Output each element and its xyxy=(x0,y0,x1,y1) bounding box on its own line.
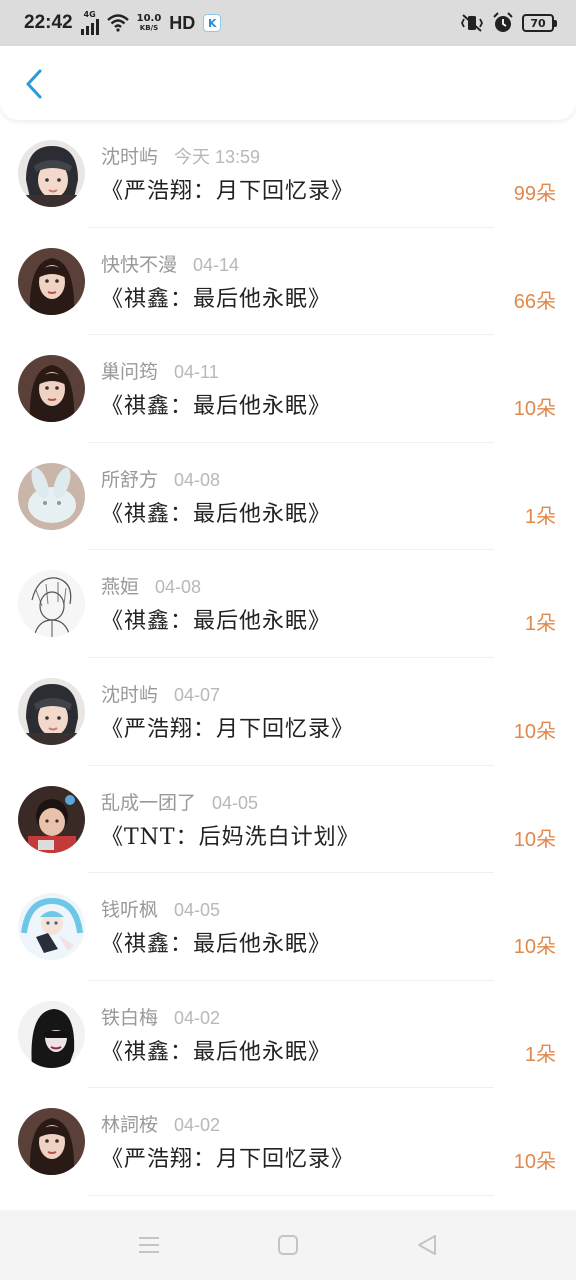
menu-icon xyxy=(139,1237,160,1253)
timestamp: 04-14 xyxy=(193,254,240,275)
timestamp: 04-08 xyxy=(155,577,202,598)
book-title[interactable]: 《严浩翔：月下回忆录》 xyxy=(101,173,354,205)
battery-level: 70 xyxy=(530,16,546,30)
network-indicator: 4G xyxy=(80,10,99,35)
user-name[interactable]: 钱听枫 xyxy=(101,895,158,922)
flower-count: 10朵 xyxy=(513,1151,556,1174)
back-triangle-icon xyxy=(417,1235,436,1255)
book-title[interactable]: 《祺鑫：最后他永眠》 xyxy=(101,1034,331,1066)
status-bar: 22:42 4G 10.0 KB/S HD K 70 xyxy=(0,0,576,46)
list-item[interactable]: 所舒方 04-08 《祺鑫：最后他永眠》 1朵 xyxy=(0,443,576,551)
book-title[interactable]: 《TNT：后妈洗白计划》 xyxy=(101,819,360,851)
list-item[interactable]: 沈时屿 今天 13:59 《严浩翔：月下回忆录》 99朵 xyxy=(0,120,576,228)
book-title[interactable]: 《祺鑫：最后他永眠》 xyxy=(101,388,331,420)
back-button[interactable] xyxy=(16,66,52,102)
user-name[interactable]: 铁白梅 xyxy=(101,1003,158,1030)
list-item[interactable]: 沈时屿 04-07 《严浩翔：月下回忆录》 10朵 xyxy=(0,658,576,766)
list-item[interactable]: 乱成一团了 04-05 《TNT：后妈洗白计划》 10朵 xyxy=(0,766,576,874)
chevron-left-icon xyxy=(26,69,42,99)
status-left: 22:42 4G 10.0 KB/S HD K xyxy=(24,10,222,35)
user-name[interactable]: 乱成一团了 xyxy=(101,788,196,815)
nav-home-button[interactable] xyxy=(268,1225,308,1265)
list-item[interactable]: 铁白梅 04-02 《祺鑫：最后他永眠》 1朵 xyxy=(0,981,576,1089)
list-item[interactable]: 巢问筠 04-11 《祺鑫：最后他永眠》 10朵 xyxy=(0,335,576,443)
system-nav-bar xyxy=(0,1210,576,1280)
alarm-icon xyxy=(493,12,513,32)
timestamp: 04-02 xyxy=(174,1007,221,1028)
item-meta: 快快不漫 04-14 xyxy=(101,250,239,277)
flower-count: 66朵 xyxy=(513,290,556,313)
item-meta: 铁白梅 04-02 xyxy=(101,1003,220,1030)
home-square-icon xyxy=(277,1235,298,1255)
user-name[interactable]: 燕姮 xyxy=(101,572,139,599)
flower-count: 10朵 xyxy=(513,720,556,743)
timestamp: 04-08 xyxy=(174,469,221,490)
vibrate-mute-icon xyxy=(460,14,484,32)
book-title[interactable]: 《严浩翔：月下回忆录》 xyxy=(101,711,354,743)
flower-count: 1朵 xyxy=(524,1043,556,1066)
avatar[interactable] xyxy=(18,570,85,638)
flower-count: 10朵 xyxy=(513,398,556,421)
user-name[interactable]: 所舒方 xyxy=(101,465,158,492)
item-meta: 钱听枫 04-05 xyxy=(101,895,220,922)
book-title[interactable]: 《祺鑫：最后他永眠》 xyxy=(101,926,331,958)
nav-back-button[interactable] xyxy=(407,1225,447,1265)
timestamp: 04-05 xyxy=(174,900,221,921)
avatar[interactable] xyxy=(18,247,85,315)
signal-icon xyxy=(80,19,99,35)
item-meta: 沈时屿 04-07 xyxy=(101,680,220,707)
network-type: 4G xyxy=(83,10,96,19)
header-bar xyxy=(0,46,576,120)
wifi-icon xyxy=(106,14,129,32)
item-meta: 燕姮 04-08 xyxy=(101,572,201,599)
flower-count: 99朵 xyxy=(513,183,556,205)
status-right: 70 xyxy=(460,12,557,34)
battery-icon: 70 xyxy=(522,14,557,32)
avatar[interactable] xyxy=(18,355,85,423)
flower-count: 10朵 xyxy=(513,936,556,959)
list-item[interactable]: 林詞桉 04-02 《严浩翔：月下回忆录》 10朵 xyxy=(0,1088,576,1196)
net-speed-unit: KB/S xyxy=(139,24,159,32)
app-notification-icon: K xyxy=(203,14,222,32)
nav-menu-button[interactable] xyxy=(129,1225,169,1265)
list-item[interactable]: 快快不漫 04-14 《祺鑫：最后他永眠》 66朵 xyxy=(0,228,576,336)
timestamp: 04-07 xyxy=(174,684,221,705)
item-meta: 沈时屿 今天 13:59 xyxy=(101,142,260,169)
avatar[interactable] xyxy=(18,893,85,961)
item-meta: 林詞桉 04-02 xyxy=(101,1110,220,1137)
avatar[interactable] xyxy=(18,462,85,530)
timestamp: 04-11 xyxy=(174,362,219,383)
flower-count: 1朵 xyxy=(524,505,556,528)
flower-count: 10朵 xyxy=(513,828,556,851)
avatar[interactable] xyxy=(18,1000,85,1068)
status-time: 22:42 xyxy=(24,12,73,33)
user-name[interactable]: 林詞桉 xyxy=(101,1110,158,1137)
avatar[interactable] xyxy=(18,140,85,207)
user-name[interactable]: 巢问筠 xyxy=(101,357,158,384)
user-name[interactable]: 沈时屿 xyxy=(101,680,158,707)
avatar[interactable] xyxy=(18,1108,85,1176)
net-speed-value: 10.0 xyxy=(136,13,162,24)
item-meta: 巢问筠 04-11 xyxy=(101,357,219,384)
avatar[interactable] xyxy=(18,677,85,745)
timestamp: 今天 13:59 xyxy=(174,147,261,167)
book-title[interactable]: 《祺鑫：最后他永眠》 xyxy=(101,496,331,528)
gift-record-list: 沈时屿 今天 13:59 《严浩翔：月下回忆录》 99朵 快快不漫 04-14 《祺鑫：最后… xyxy=(0,120,576,1196)
timestamp: 04-02 xyxy=(174,1115,221,1136)
item-meta: 所舒方 04-08 xyxy=(101,465,220,492)
net-speed: 10.0 KB/S xyxy=(136,13,162,33)
book-title[interactable]: 《祺鑫：最后他永眠》 xyxy=(101,603,331,635)
book-title[interactable]: 《严浩翔：月下回忆录》 xyxy=(101,1141,354,1173)
user-name[interactable]: 快快不漫 xyxy=(101,250,177,277)
book-title[interactable]: 《祺鑫：最后他永眠》 xyxy=(101,281,331,313)
list-item[interactable]: 钱听枫 04-05 《祺鑫：最后他永眠》 10朵 xyxy=(0,873,576,981)
item-meta: 乱成一团了 04-05 xyxy=(101,788,258,815)
avatar[interactable] xyxy=(18,785,85,853)
hd-indicator: HD xyxy=(169,12,196,33)
list-item[interactable]: 燕姮 04-08 《祺鑫：最后他永眠》 1朵 xyxy=(0,550,576,658)
user-name[interactable]: 沈时屿 xyxy=(101,142,158,169)
flower-count: 1朵 xyxy=(524,613,556,636)
timestamp: 04-05 xyxy=(212,792,259,813)
